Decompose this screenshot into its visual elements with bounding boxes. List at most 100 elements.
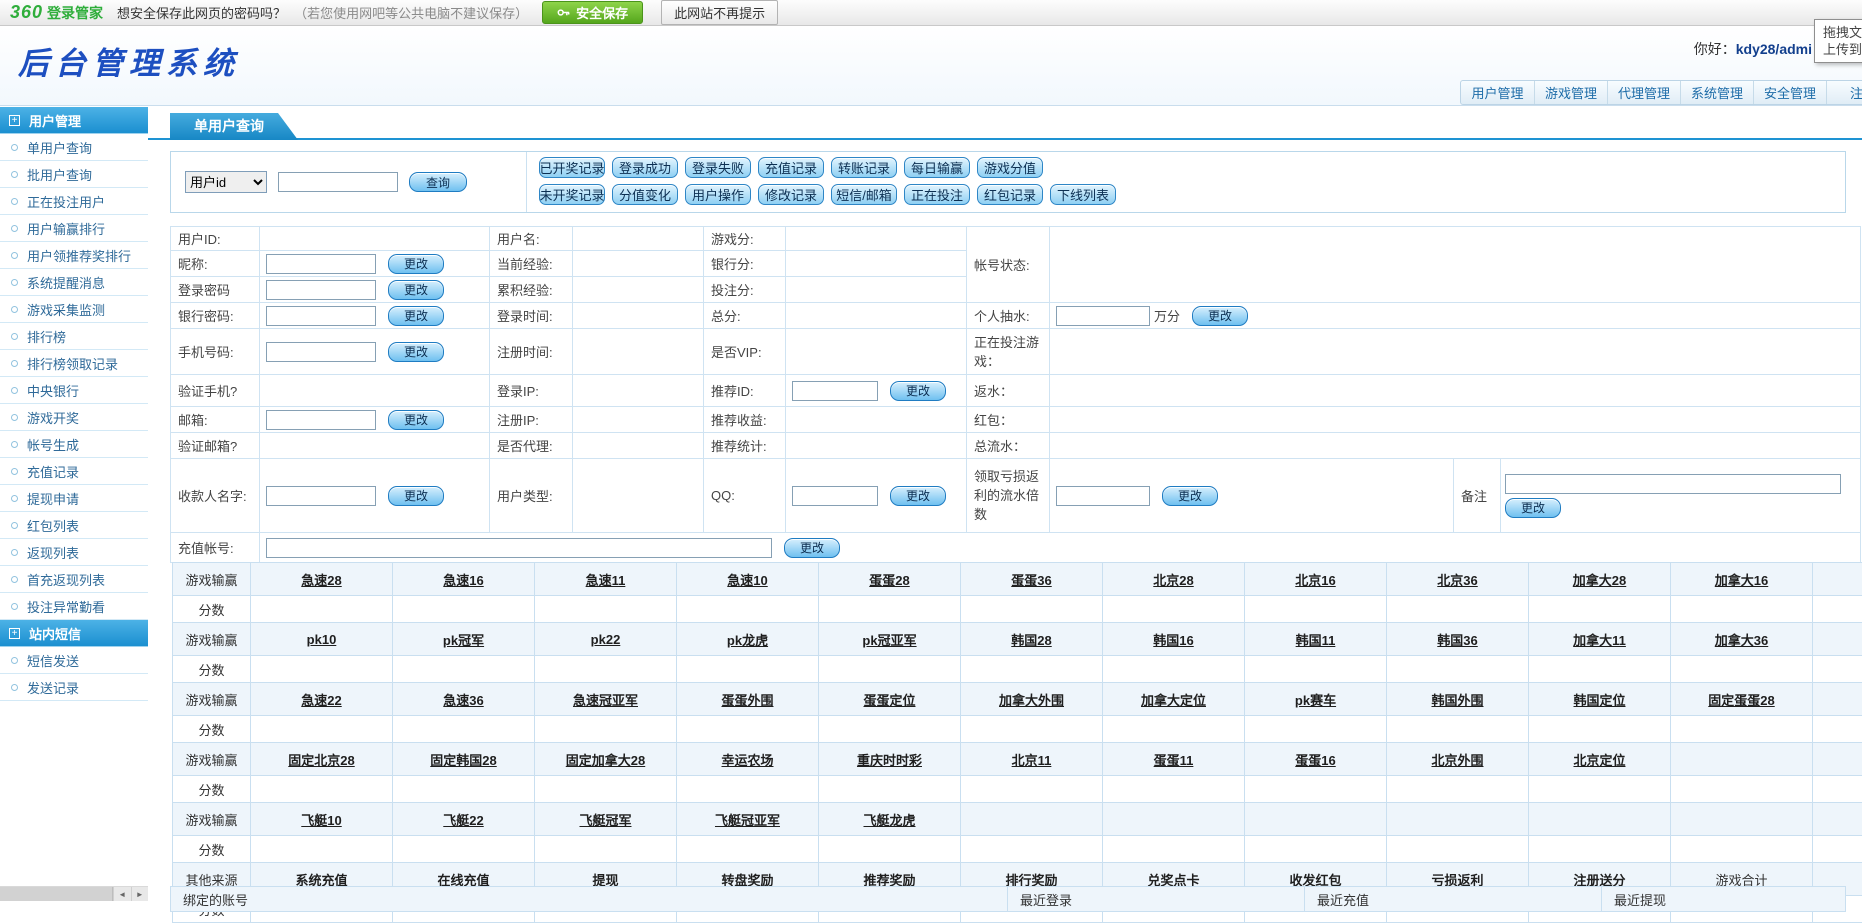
sidebar-item[interactable]: 用户输赢排行 [0,215,148,242]
change-remark-button[interactable]: 更改 [1505,498,1561,518]
nav-tab[interactable]: 注销 [1826,81,1862,104]
sidebar-item[interactable]: 返现列表 [0,539,148,566]
game-link[interactable]: 蛋蛋16 [1295,753,1335,768]
game-link[interactable]: pk龙虎 [727,633,768,648]
nav-tab[interactable]: 代理管理 [1607,81,1680,104]
game-link[interactable]: pk10 [307,632,337,647]
game-link[interactable]: 加拿大36 [1715,633,1768,648]
game-link[interactable]: 北京定位 [1573,753,1625,768]
sidebar-item[interactable]: 投注异常勤看 [0,593,148,620]
nav-tab[interactable]: 游戏管理 [1534,81,1607,104]
game-link[interactable]: 急速22 [301,693,341,708]
sidebar-horizontal-scrollbar[interactable]: ◄ ► [0,886,148,901]
sidebar-item[interactable]: 帐号生成 [0,431,148,458]
game-link[interactable]: 北京外围 [1431,753,1483,768]
sidebar-item[interactable]: 用户领推荐奖排行 [0,242,148,269]
game-link[interactable]: 韩国定位 [1573,693,1625,708]
remark-input[interactable] [1505,474,1841,494]
game-link[interactable]: 韩国36 [1437,633,1477,648]
change-recharge-account-button[interactable]: 更改 [784,538,840,558]
sidebar-item[interactable]: 红包列表 [0,512,148,539]
game-link[interactable]: 急速11 [586,573,626,588]
change-email-button[interactable]: 更改 [388,410,444,430]
qq-input[interactable] [792,486,878,506]
game-link[interactable]: 急速28 [301,573,341,588]
game-link[interactable]: 固定北京28 [288,753,354,768]
sidebar-item[interactable]: 批用户查询 [0,161,148,188]
game-link[interactable]: 北京28 [1153,573,1193,588]
query-button[interactable]: 查询 [409,172,467,192]
personal-rake-input[interactable] [1056,306,1150,326]
game-link[interactable]: 急速冠亚军 [573,693,638,708]
filter-button[interactable]: 登录成功 [612,157,678,178]
game-link[interactable]: 加拿大16 [1715,573,1768,588]
change-bank-password-button[interactable]: 更改 [388,306,444,326]
change-rake-button[interactable]: 更改 [1192,306,1248,326]
filter-button[interactable]: 修改记录 [758,184,824,205]
game-link[interactable]: 加拿大外围 [999,693,1064,708]
game-link[interactable]: 蛋蛋11 [1154,753,1194,768]
recharge-account-input[interactable] [266,538,772,558]
sidebar-section-header[interactable]: +用户管理 [0,107,148,134]
game-link[interactable]: pk22 [591,632,621,647]
login-password-input[interactable] [266,280,376,300]
filter-button[interactable]: 游戏分值 [977,157,1043,178]
filter-button[interactable]: 登录失败 [685,157,751,178]
change-login-password-button[interactable]: 更改 [388,280,444,300]
filter-button[interactable]: 分值变化 [612,184,678,205]
game-link[interactable]: 飞艇22 [443,813,483,828]
game-link[interactable]: 韩国外围 [1431,693,1483,708]
sidebar-item[interactable]: 游戏开奖 [0,404,148,431]
safe-save-button[interactable]: 安全保存 [542,1,643,24]
bank-password-input[interactable] [266,306,376,326]
page-tab-single-user-query[interactable]: 单用户查询 [170,113,298,140]
game-link[interactable]: 北京36 [1437,573,1477,588]
filter-button[interactable]: 正在投注 [904,184,970,205]
phone-input[interactable] [266,342,376,362]
game-link[interactable]: 幸运农场 [721,753,773,768]
sidebar-item[interactable]: 系统提醒消息 [0,269,148,296]
game-link[interactable]: pk冠军 [443,633,484,648]
sidebar-item[interactable]: 游戏采集监测 [0,296,148,323]
game-link[interactable]: 加拿大28 [1573,573,1626,588]
filter-button[interactable]: 短信/邮箱 [831,184,897,205]
game-link[interactable]: 急速36 [443,693,483,708]
nav-tab[interactable]: 用户管理 [1461,81,1534,104]
game-link[interactable]: 蛋蛋36 [1011,573,1051,588]
change-qq-button[interactable]: 更改 [890,486,946,506]
query-input[interactable] [278,172,398,192]
sidebar-item[interactable]: 单用户查询 [0,134,148,161]
filter-button[interactable]: 下线列表 [1050,184,1116,205]
filter-button[interactable]: 红包记录 [977,184,1043,205]
game-link[interactable]: pk冠亚军 [862,633,916,648]
scrollbar-thumb[interactable] [0,887,113,901]
user-id-select[interactable]: 用户id [185,171,267,193]
filter-button[interactable]: 每日输赢 [904,157,970,178]
scroll-left-arrow-icon[interactable]: ◄ [113,887,131,901]
game-link[interactable]: 飞艇冠军 [579,813,631,828]
nav-tab[interactable]: 系统管理 [1680,81,1753,104]
game-link[interactable]: 韩国16 [1153,633,1193,648]
sidebar-item[interactable]: 短信发送 [0,647,148,674]
game-link[interactable]: 加拿大定位 [1141,693,1206,708]
game-link[interactable]: 重庆时时彩 [857,753,922,768]
game-link[interactable]: 北京16 [1295,573,1335,588]
game-link[interactable]: 固定蛋蛋28 [1708,693,1774,708]
email-input[interactable] [266,410,376,430]
scroll-right-arrow-icon[interactable]: ► [131,887,149,901]
change-loss-rebate-button[interactable]: 更改 [1162,486,1218,506]
game-link[interactable]: 飞艇冠亚军 [715,813,780,828]
filter-button[interactable]: 未开奖记录 [539,184,605,205]
game-link[interactable]: 韩国28 [1011,633,1051,648]
dismiss-site-button[interactable]: 此网站不再提示 [661,0,778,25]
sidebar-item[interactable]: 中央银行 [0,377,148,404]
sidebar-section-header[interactable]: +站内短信 [0,620,148,647]
game-link[interactable]: 北京11 [1012,753,1052,768]
game-link[interactable]: pk赛车 [1295,693,1336,708]
loss-rebate-input[interactable] [1056,486,1150,506]
sidebar-item[interactable]: 发送记录 [0,674,148,701]
sidebar-item[interactable]: 排行榜 [0,323,148,350]
game-link[interactable]: 加拿大11 [1573,633,1626,648]
game-link[interactable]: 固定加拿大28 [566,753,645,768]
game-link[interactable]: 蛋蛋外围 [721,693,773,708]
